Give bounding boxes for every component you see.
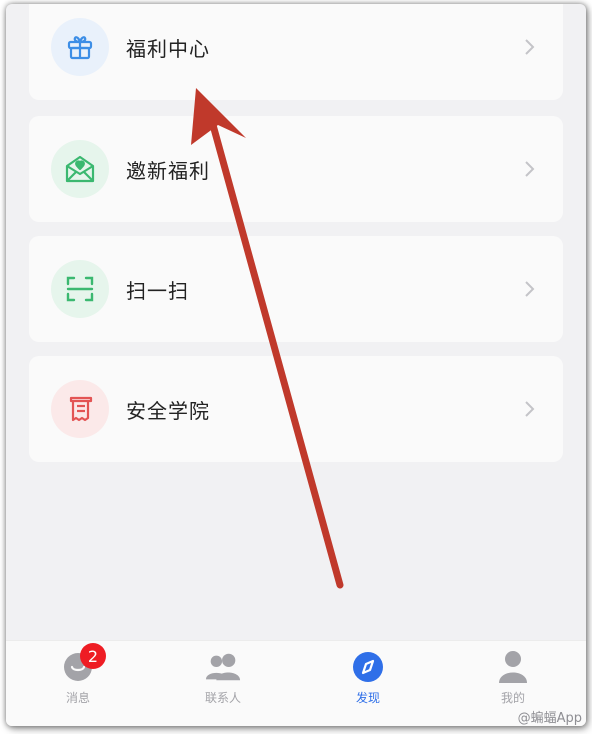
tab-discover[interactable]: 发现 [308, 649, 428, 719]
person-icon [495, 649, 531, 685]
chevron-right-icon [519, 159, 539, 179]
envelope-heart-icon [51, 140, 109, 198]
tab-label: 我的 [500, 691, 525, 705]
unread-badge: 2 [80, 643, 106, 669]
gift-icon [51, 18, 109, 76]
scan-icon [51, 260, 109, 318]
tab-messages[interactable]: 2 消息 [18, 643, 138, 719]
tab-label: 发现 [355, 691, 380, 705]
tab-label: 联系人 [204, 691, 241, 705]
menu-item-invite-welfare[interactable]: 邀新福利 [29, 116, 563, 222]
menu-item-security-academy[interactable]: 安全学院 [29, 356, 563, 462]
receipt-icon [51, 380, 109, 438]
menu-item-welfare-center[interactable]: 福利中心 [29, 4, 563, 100]
tab-contacts[interactable]: 联系人 [163, 649, 283, 719]
menu-item-label: 邀新福利 [126, 158, 210, 183]
menu-item-label: 福利中心 [126, 36, 210, 61]
menu-item-label: 扫一扫 [126, 278, 189, 303]
contacts-icon [205, 649, 241, 685]
chevron-right-icon [519, 37, 539, 57]
chat-bubble-icon: 2 [60, 643, 106, 685]
chevron-right-icon [519, 279, 539, 299]
chevron-right-icon [519, 399, 539, 419]
bottom-tab-bar: 2 消息 联系人 发现 我的 [6, 640, 586, 726]
menu-item-scan[interactable]: 扫一扫 [29, 236, 563, 342]
watermark: @蝙蝠App [517, 711, 582, 726]
compass-icon [350, 649, 386, 685]
app-window: 福利中心 邀新福利 扫一扫 安全学院 2 消息 联系人 发现 我的 [6, 4, 586, 726]
tab-label: 消息 [65, 691, 90, 705]
menu-item-label: 安全学院 [126, 398, 210, 423]
